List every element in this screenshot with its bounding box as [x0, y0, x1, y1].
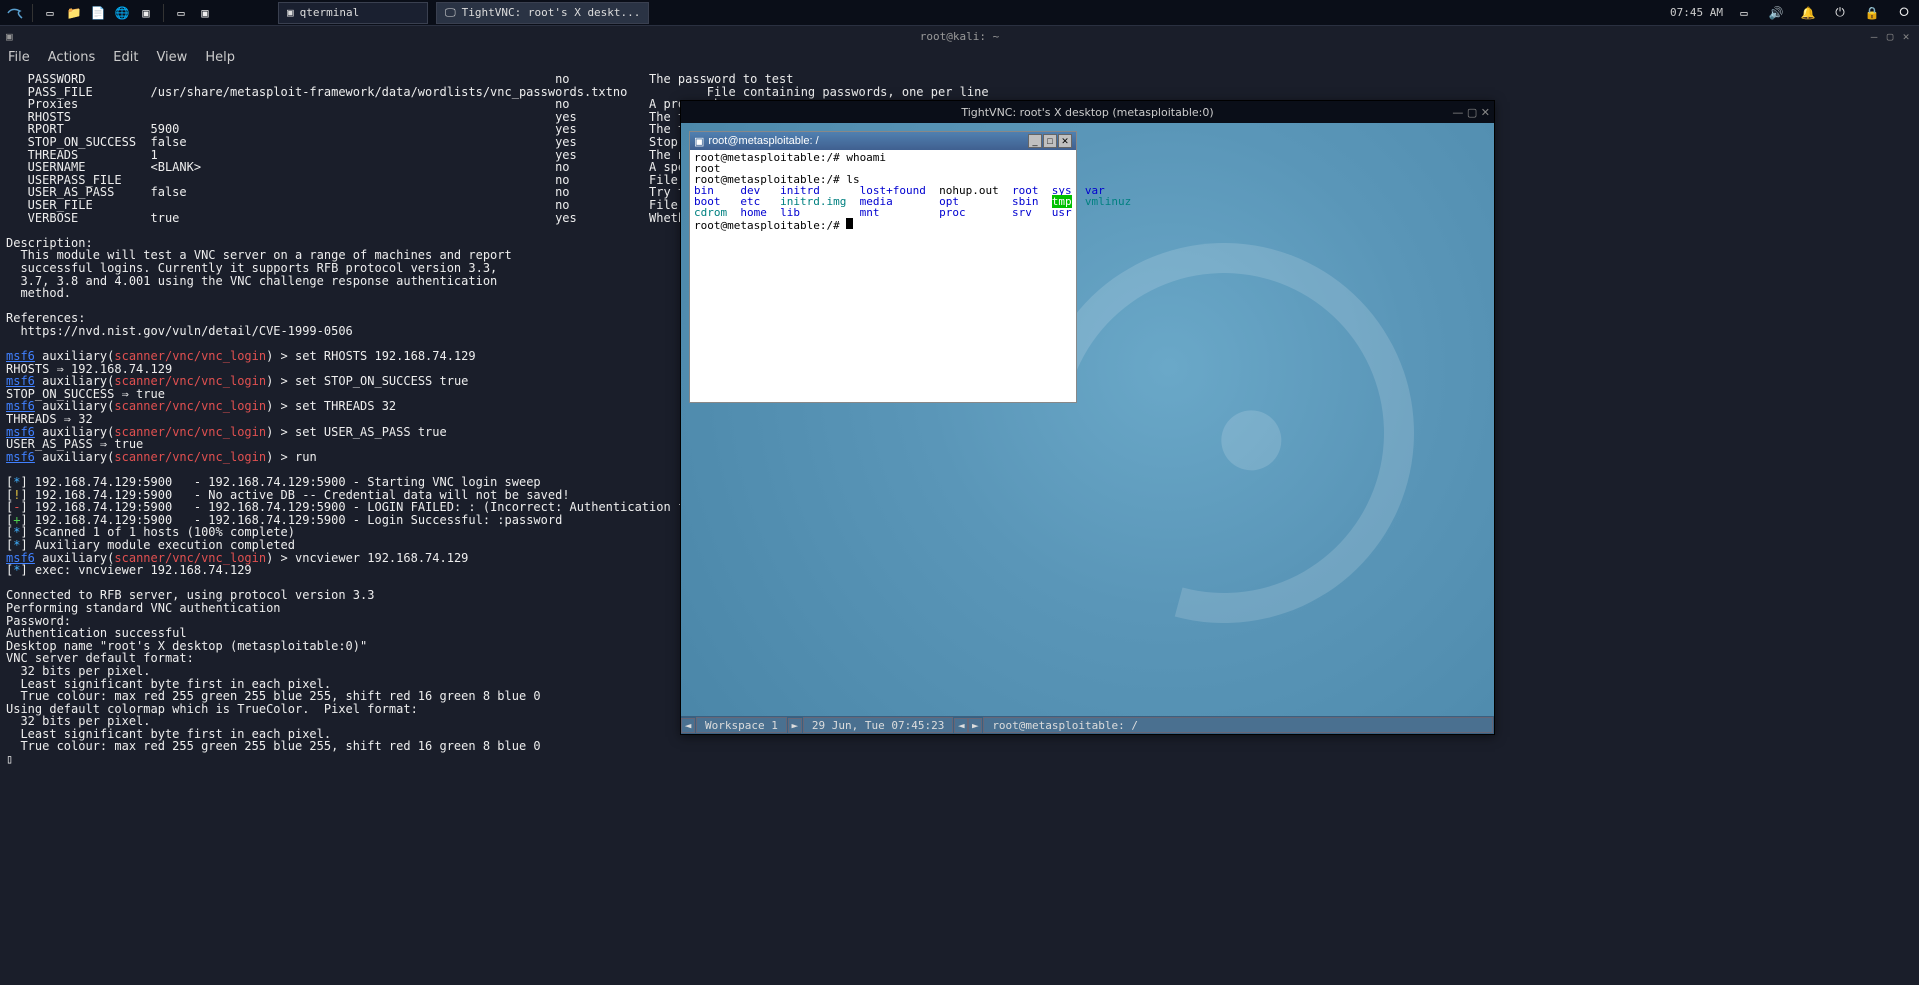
- menu-help[interactable]: Help: [205, 50, 235, 65]
- xterm-output[interactable]: root@metasploitable:/# whoami root root@…: [690, 150, 1076, 233]
- menu-file[interactable]: File: [8, 50, 30, 65]
- xterm-window: ▣ root@metasploitable: / _ □ ✕ root@meta…: [689, 131, 1077, 403]
- minimize-button[interactable]: —: [1867, 30, 1881, 43]
- terminal-icon: ▣: [287, 6, 294, 19]
- show-desktop-icon[interactable]: ▭: [39, 2, 61, 24]
- display-icon[interactable]: ▭: [1733, 2, 1755, 24]
- task-prev-button[interactable]: ◄: [954, 718, 968, 733]
- window-title: root@kali: ~: [920, 30, 999, 43]
- xterm-titlebar[interactable]: ▣ root@metasploitable: / _ □ ✕: [690, 132, 1076, 150]
- workspace-next-button[interactable]: ►: [788, 718, 802, 733]
- workspace-prev-button[interactable]: ◄: [681, 718, 695, 733]
- close-button[interactable]: ✕: [1481, 106, 1490, 119]
- vnc-window: TightVNC: root's X desktop (metasploitab…: [680, 100, 1495, 735]
- close-button[interactable]: ✕: [1899, 30, 1913, 43]
- vnc-icon: 🖵: [445, 6, 456, 20]
- power-icon[interactable]: ⏻: [1829, 2, 1851, 24]
- notes-icon[interactable]: 📄: [87, 2, 109, 24]
- taskbar-task[interactable]: root@metasploitable: /: [983, 717, 1493, 733]
- menu-view[interactable]: View: [156, 50, 187, 65]
- files-icon[interactable]: 📁: [63, 2, 85, 24]
- browser-icon[interactable]: 🌐: [111, 2, 133, 24]
- xterm-icon: ▣: [694, 135, 704, 148]
- xterm-minimize-button[interactable]: _: [1028, 134, 1042, 148]
- workspace-indicator[interactable]: Workspace 1: [696, 717, 787, 733]
- top-panel: ▭ 📁 📄 🌐 ▣ ▭ ▣ ▣ qterminal 🖵 TightVNC: ro…: [0, 0, 1919, 26]
- terminal-icon[interactable]: ▣: [135, 2, 157, 24]
- maximize-button[interactable]: ▢: [1467, 106, 1477, 119]
- xterm-close-button[interactable]: ✕: [1058, 134, 1072, 148]
- workspace1-icon[interactable]: ▭: [170, 2, 192, 24]
- kali-menu-icon[interactable]: [4, 2, 26, 24]
- xterm-maximize-button[interactable]: □: [1043, 134, 1057, 148]
- notifications-icon[interactable]: 🔔: [1797, 2, 1819, 24]
- volume-icon[interactable]: 🔊: [1765, 2, 1787, 24]
- menu-actions[interactable]: Actions: [48, 50, 96, 65]
- terminal-menubar: File Actions Edit View Help: [0, 46, 1919, 69]
- vnc-desktop[interactable]: ▣ root@metasploitable: / _ □ ✕ root@meta…: [681, 123, 1494, 734]
- maximize-button[interactable]: ▢: [1883, 30, 1897, 43]
- clock: 07:45 AM: [1670, 6, 1723, 19]
- minimize-button[interactable]: —: [1452, 106, 1463, 119]
- taskbar-tightvnc[interactable]: 🖵 TightVNC: root's X deskt...: [436, 2, 649, 24]
- taskbar-clock: 29 Jun, Tue 07:45:23: [803, 717, 953, 733]
- task-next-button[interactable]: ►: [968, 718, 982, 733]
- vnc-taskbar: ◄ Workspace 1 ► 29 Jun, Tue 07:45:23 ◄ ►…: [681, 716, 1494, 734]
- vnc-window-title: TightVNC: root's X desktop (metasploitab…: [961, 106, 1213, 119]
- xterm-title: root@metasploitable: /: [708, 135, 818, 147]
- workspace2-icon[interactable]: ▣: [194, 2, 216, 24]
- lock-icon[interactable]: 🔒: [1861, 2, 1883, 24]
- logout-icon[interactable]: ⭘: [1893, 2, 1915, 24]
- menu-edit[interactable]: Edit: [113, 50, 138, 65]
- taskbar-qterminal[interactable]: ▣ qterminal: [278, 2, 428, 24]
- terminal-titlebar[interactable]: ▣ root@kali: ~ — ▢ ✕: [0, 26, 1919, 46]
- terminal-window-icon: ▣: [6, 30, 13, 43]
- vnc-titlebar[interactable]: TightVNC: root's X desktop (metasploitab…: [681, 101, 1494, 123]
